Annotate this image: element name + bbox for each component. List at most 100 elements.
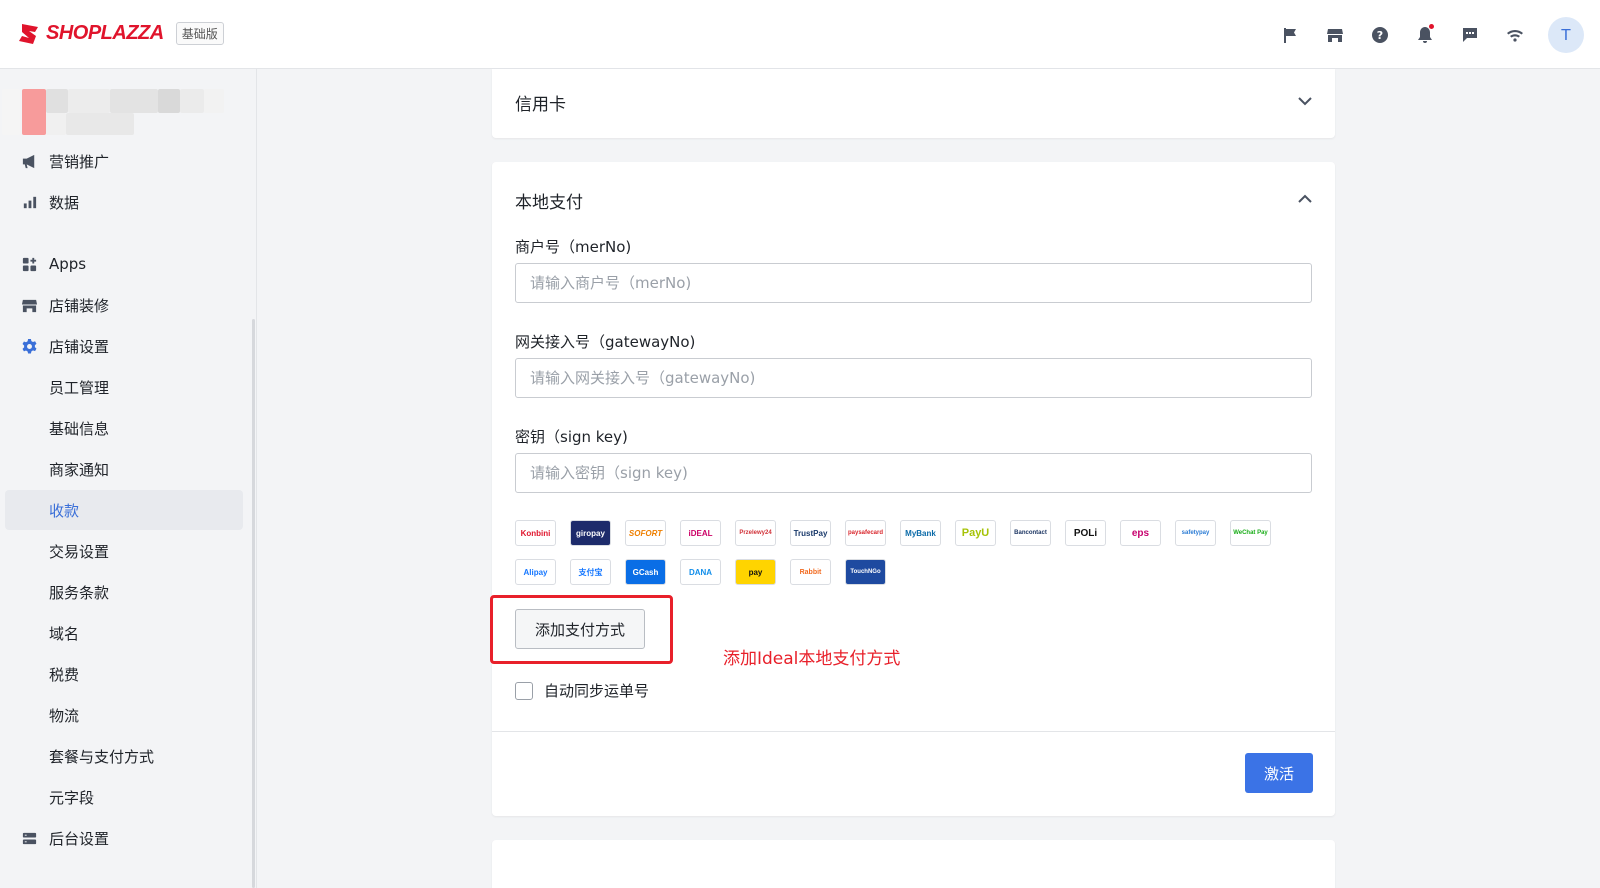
konbini-logo: Konbini xyxy=(515,520,556,546)
sidebar-item-label: 员工管理 xyxy=(49,378,110,397)
sidebar-item-label: 物流 xyxy=(49,706,80,725)
sidebar-item-label: 数据 xyxy=(49,193,80,212)
auto-sync-row[interactable]: 自动同步运单号 xyxy=(515,680,649,701)
brand-name: SHOPLAZZA xyxy=(46,22,164,44)
shoplazza-logo-icon xyxy=(18,23,40,45)
message-icon[interactable] xyxy=(1447,15,1492,55)
section-divider xyxy=(492,731,1335,732)
touchngo-logo: TouchNGo xyxy=(845,559,886,585)
credit-card-section[interactable]: 信用卡 xyxy=(492,69,1335,138)
sidebar-item-terms[interactable]: 服务条款 xyxy=(0,572,243,612)
shoplazza-logo[interactable]: SHOPLAZZA 基础版 xyxy=(18,22,224,45)
payu-logo: PayU xyxy=(955,520,996,546)
chevron-up-icon[interactable] xyxy=(1297,191,1313,207)
signkey-label: 密钥（sign key) xyxy=(515,428,628,446)
paysafecard-logo: paysafecard xyxy=(845,520,886,546)
chevron-down-icon[interactable] xyxy=(1297,93,1313,109)
sidebar-item-label: 服务条款 xyxy=(49,583,110,602)
notification-dot xyxy=(1429,23,1434,29)
sidebar-item-label: 税费 xyxy=(49,665,80,684)
sidebar-item-label: 基础信息 xyxy=(49,419,110,438)
sidebar-item-basic-info[interactable]: 基础信息 xyxy=(0,408,243,448)
gateway-label: 网关接入号（gatewayNo) xyxy=(515,333,696,351)
payment-logo-grid: Konbini giropay SOFORT iDEAL Przelewy24 … xyxy=(515,520,1295,585)
sidebar-item-plans[interactable]: 套餐与支付方式 xyxy=(0,736,243,776)
section-title: 信用卡 xyxy=(515,95,566,115)
ideal-logo: iDEAL xyxy=(680,520,721,546)
sidebar-item-label: 店铺装修 xyxy=(49,296,110,315)
local-payment-section: 本地支付 商户号（merNo) 网关接入号（gatewayNo) 密钥（sign… xyxy=(490,162,1335,816)
apps-icon xyxy=(20,255,38,273)
header-actions: ? T xyxy=(1267,0,1600,69)
sidebar-item-domains[interactable]: 域名 xyxy=(0,613,243,653)
bancontact-logo: Bancontact xyxy=(1010,520,1051,546)
safetypay-logo: safetypay xyxy=(1175,520,1216,546)
trustpay-logo: TrustPay xyxy=(790,520,831,546)
bell-icon[interactable] xyxy=(1402,15,1447,55)
section-title: 本地支付 xyxy=(515,193,583,213)
sidebar-item-label: 店铺设置 xyxy=(49,337,110,356)
gateway-input[interactable] xyxy=(515,358,1312,398)
merno-label: 商户号（merNo) xyxy=(515,238,632,256)
sidebar-item-admin-settings[interactable]: 后台设置 xyxy=(0,818,243,858)
sidebar-item-store-settings[interactable]: 店铺设置 xyxy=(0,326,243,366)
rabbit-line-pay-logo: Rabbit xyxy=(790,559,831,585)
poli-logo: POLi xyxy=(1065,520,1106,546)
sidebar-item-label: 套餐与支付方式 xyxy=(49,747,155,766)
sidebar-item-metafields[interactable]: 元字段 xyxy=(0,777,243,817)
next-payment-section[interactable] xyxy=(492,840,1335,888)
activate-button[interactable]: 激活 xyxy=(1245,753,1313,793)
dana-logo: DANA xyxy=(680,559,721,585)
sidebar-item-label: Apps xyxy=(49,255,87,273)
merno-input[interactable] xyxy=(515,263,1312,303)
top-bar: SHOPLAZZA 基础版 ? T xyxy=(0,0,1600,69)
avatar[interactable]: T xyxy=(1548,16,1584,53)
sofort-logo: SOFORT xyxy=(625,520,666,546)
help-icon[interactable]: ? xyxy=(1357,15,1402,55)
add-payment-method-button[interactable]: 添加支付方式 xyxy=(515,609,645,649)
sidebar-item-label: 域名 xyxy=(49,624,80,643)
store-icon xyxy=(20,296,38,314)
sidebar-scrollbar[interactable] xyxy=(252,319,255,888)
plan-badge: 基础版 xyxy=(175,22,224,45)
sidebar-item-label: 商家通知 xyxy=(49,460,110,479)
flag-icon[interactable] xyxy=(1267,15,1312,55)
sidebar-item-marketing[interactable]: 营销推广 xyxy=(0,141,243,181)
wechat-pay-logo: WeChat Pay xyxy=(1230,520,1271,546)
sidebar-item-staff[interactable]: 员工管理 xyxy=(0,367,243,407)
megaphone-icon xyxy=(20,152,38,170)
giropay-logo: giropay xyxy=(570,520,611,546)
sidebar-item-label: 交易设置 xyxy=(49,542,110,561)
gear-icon xyxy=(20,337,38,355)
sidebar-item-label: 收款 xyxy=(49,501,80,520)
sidebar-item-label: 后台设置 xyxy=(49,829,110,848)
auto-sync-checkbox[interactable] xyxy=(515,681,533,700)
svg-text:?: ? xyxy=(1376,29,1382,42)
auto-sync-label: 自动同步运单号 xyxy=(544,682,650,700)
sidebar-item-data[interactable]: 数据 xyxy=(0,182,243,222)
pay-logo: pay xyxy=(735,559,776,585)
gcash-logo: GCash xyxy=(625,559,666,585)
sidebar-item-shipping[interactable]: 物流 xyxy=(0,695,243,735)
alipay-cn-logo: 支付宝 xyxy=(570,559,611,585)
alipay-logo: Alipay xyxy=(515,559,556,585)
przelewy24-logo: Przelewy24 xyxy=(735,520,776,546)
sidebar-item-checkout[interactable]: 交易设置 xyxy=(0,531,243,571)
sidebar-item-apps[interactable]: Apps xyxy=(0,244,243,284)
store-name-redacted xyxy=(2,89,227,135)
eps-logo: eps xyxy=(1120,520,1161,546)
sidebar-item-payments[interactable]: 收款 xyxy=(5,490,243,530)
sidebar: 营销推广 数据 Apps 店铺装修 店铺设置 员工管理 基础信息 商家通知 收款… xyxy=(0,69,257,888)
annotation-text: 添加Ideal本地支付方式 xyxy=(723,649,901,669)
store-icon[interactable] xyxy=(1312,15,1357,55)
sidebar-item-notifications[interactable]: 商家通知 xyxy=(0,449,243,489)
server-icon xyxy=(20,829,38,847)
bar-chart-icon xyxy=(20,193,38,211)
sidebar-item-label: 营销推广 xyxy=(49,152,110,171)
sidebar-item-store-design[interactable]: 店铺装修 xyxy=(0,285,243,325)
mybank-logo: MyBank xyxy=(900,520,941,546)
sidebar-item-taxes[interactable]: 税费 xyxy=(0,654,243,694)
signkey-input[interactable] xyxy=(515,453,1312,493)
sidebar-item-label: 元字段 xyxy=(49,788,95,807)
wifi-icon[interactable] xyxy=(1492,15,1537,55)
